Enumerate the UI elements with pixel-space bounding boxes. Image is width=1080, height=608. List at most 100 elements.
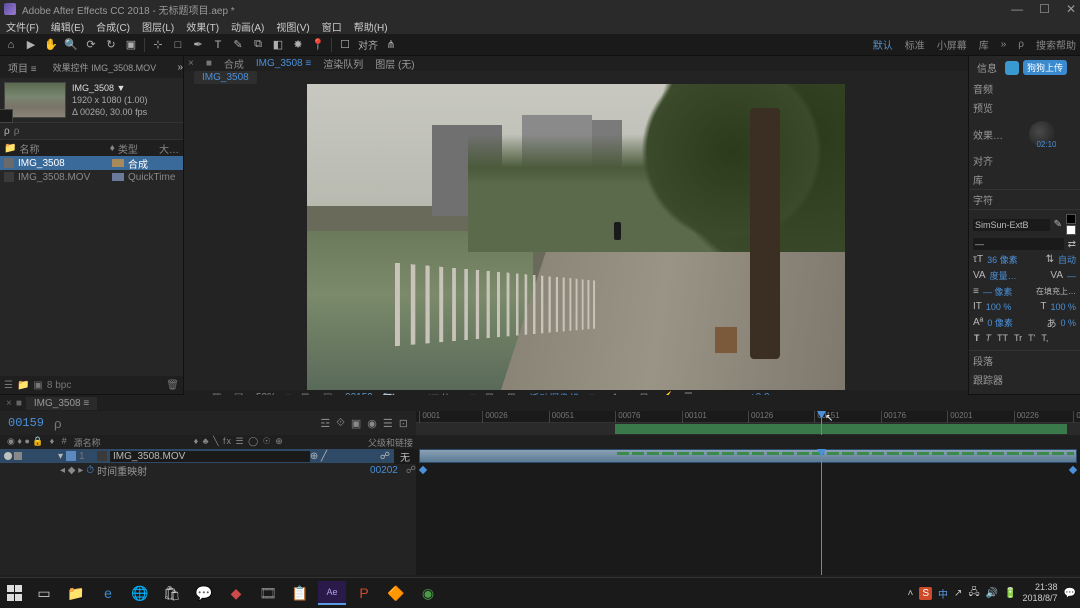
store-icon[interactable]: 🛍 xyxy=(158,581,186,605)
browser-icon[interactable]: 🌐 xyxy=(126,581,154,605)
expression-pickwhip-icon[interactable]: ☍ xyxy=(406,465,416,476)
sticky-notes-icon[interactable]: 📋 xyxy=(286,581,314,605)
fill-swatch[interactable] xyxy=(1066,214,1076,224)
menu-view[interactable]: 视图(V) xyxy=(276,19,309,34)
taskbar-clock[interactable]: 21:38 2018/8/7 xyxy=(1023,582,1058,604)
timeline-tab[interactable]: IMG_3508 ≡ xyxy=(26,397,97,410)
keyframe-icon[interactable] xyxy=(419,466,427,474)
preview-knob[interactable] xyxy=(1029,121,1055,147)
stroke-order[interactable]: 在填充上… xyxy=(1036,286,1076,297)
project-search-input[interactable] xyxy=(14,126,179,137)
composition-viewer[interactable] xyxy=(184,84,968,390)
puppet-tool-icon[interactable]: 📍 xyxy=(311,38,325,52)
project-item-comp[interactable]: IMG_3508 合成 xyxy=(0,156,183,170)
panel-more-icon[interactable]: » xyxy=(177,62,183,73)
timeline-track-area[interactable] xyxy=(416,449,1080,575)
tray-expand-icon[interactable]: ˄ xyxy=(908,588,914,599)
menu-layer[interactable]: 图层(L) xyxy=(142,19,174,34)
powerpoint-icon[interactable]: P xyxy=(350,581,378,605)
chat-icon[interactable]: 💬 xyxy=(190,581,218,605)
font-family-select[interactable]: SimSun-ExtB xyxy=(973,219,1050,231)
orbit-tool-icon[interactable]: ⟳ xyxy=(84,38,98,52)
tracking-value[interactable]: — xyxy=(1067,271,1076,281)
upload-button[interactable]: 狗狗上传 xyxy=(1023,60,1067,75)
menu-animation[interactable]: 动画(A) xyxy=(231,19,264,34)
col-size[interactable]: 大… xyxy=(159,141,179,156)
new-comp-icon[interactable]: ▣ xyxy=(33,380,42,391)
notification-icon[interactable]: 💬 xyxy=(1064,588,1076,599)
app3-icon[interactable]: ◉ xyxy=(414,581,442,605)
layer-label-swatch[interactable] xyxy=(66,451,76,461)
delete-icon[interactable]: 🗑 xyxy=(166,380,179,391)
window-minimize-button[interactable]: — xyxy=(1011,2,1023,16)
stroke-swatch[interactable] xyxy=(1066,225,1076,235)
audio-panel-title[interactable]: 音频 xyxy=(969,79,1080,98)
movies-icon[interactable]: 🎞 xyxy=(254,581,282,605)
shy-icon[interactable]: ⟐ xyxy=(336,417,345,430)
asset-thumbnail[interactable] xyxy=(4,82,66,118)
window-maximize-button[interactable]: ☐ xyxy=(1039,2,1050,16)
file-explorer-icon[interactable]: 📁 xyxy=(62,581,90,605)
vscale-value[interactable]: 100 % xyxy=(986,302,1012,312)
faux-bold[interactable]: T xyxy=(973,333,981,343)
home-tool-icon[interactable]: ⌂ xyxy=(4,38,18,52)
effect-controls-tab[interactable]: 效果控件 IMG_3508.MOV xyxy=(49,61,161,74)
preview-panel-title[interactable]: 预览 xyxy=(969,98,1080,117)
twirl-icon[interactable]: ▾ xyxy=(58,451,63,462)
keyframe-nav-icon[interactable]: ◂ ◆ ▸ xyxy=(60,465,83,476)
camera-tool-icon[interactable]: ▣ xyxy=(124,38,138,52)
timeline-property-row[interactable]: ◂ ◆ ▸ ⏱ 时间重映射 00202 ☍ xyxy=(0,463,416,477)
small-caps[interactable]: Tr xyxy=(1013,333,1023,343)
menu-help[interactable]: 帮助(H) xyxy=(354,19,388,34)
timeline-ruler-area[interactable]: 0001 00026 00051 00076 00101 00126 00151… xyxy=(416,411,1080,435)
comp-mini-icon[interactable]: ☲ xyxy=(320,417,330,430)
layer-tab[interactable]: 图层 (无) xyxy=(375,56,414,71)
tracker-panel-title[interactable]: 跟踪器 xyxy=(969,370,1080,389)
workspace-default[interactable]: 默认 xyxy=(873,37,893,52)
workspace-more-icon[interactable]: » xyxy=(1001,39,1007,50)
layer-clip-bar[interactable] xyxy=(419,449,1076,463)
hscale-value[interactable]: 100 % xyxy=(1050,302,1076,312)
comp-tab-active[interactable]: IMG_3508 ≡ xyxy=(256,58,311,69)
stroke-width-value[interactable]: — 像素 xyxy=(983,285,1013,298)
effects-panel-title[interactable]: 效果… xyxy=(973,127,1003,142)
project-tab[interactable]: 项目 ≡ xyxy=(4,60,41,75)
libs-panel-title[interactable]: 库 xyxy=(969,170,1080,189)
character-panel-title[interactable]: 字符 xyxy=(969,189,1080,209)
taskview-icon[interactable]: ▭ xyxy=(30,581,58,605)
edge-icon[interactable]: e xyxy=(94,581,122,605)
playhead[interactable] xyxy=(821,411,822,435)
after-effects-taskbar-icon[interactable]: Ae xyxy=(318,581,346,605)
align-panel-title[interactable]: 对齐 xyxy=(969,151,1080,170)
anchor-tool-icon[interactable]: ⊹ xyxy=(151,38,165,52)
video-toggle-icon[interactable] xyxy=(4,452,12,460)
app-icon[interactable]: ◆ xyxy=(222,581,250,605)
frame-blend-icon[interactable]: ▣ xyxy=(351,417,361,430)
bpc-toggle[interactable]: 8 bpc xyxy=(47,380,71,391)
property-value[interactable]: 00202 xyxy=(370,465,398,476)
workspace-small[interactable]: 小屏幕 xyxy=(937,37,967,52)
timeline-nav-icon[interactable]: × xyxy=(6,398,12,409)
render-queue-tab[interactable]: 渲染队列 xyxy=(323,56,363,71)
timeline-workarea[interactable] xyxy=(416,423,1080,435)
audio-toggle-icon[interactable] xyxy=(14,452,22,460)
tray-icon[interactable]: ↗ xyxy=(954,588,962,599)
baseline-value[interactable]: 0 像素 xyxy=(987,316,1013,329)
parent-dropdown[interactable]: 无 xyxy=(394,449,416,464)
help-search-icon[interactable]: ρ xyxy=(1018,39,1024,50)
superscript[interactable]: T' xyxy=(1027,333,1036,343)
draft-3d-icon[interactable]: ⊡ xyxy=(399,417,408,430)
font-style-select[interactable]: — xyxy=(973,238,1064,250)
layer-switches[interactable]: ⊕ ╱ xyxy=(310,451,380,462)
workspace-standard[interactable]: 标准 xyxy=(905,37,925,52)
font-size-value[interactable]: 36 像素 xyxy=(987,253,1018,266)
menu-edit[interactable]: 编辑(E) xyxy=(51,19,84,34)
playhead-line[interactable] xyxy=(821,449,822,575)
kerning-value[interactable]: 度量… xyxy=(990,269,1017,282)
start-button[interactable] xyxy=(4,582,26,604)
faux-italic[interactable]: T xyxy=(985,333,993,343)
info-panel-title[interactable]: 信息 xyxy=(973,58,1001,77)
timeline-search-input[interactable] xyxy=(54,416,114,431)
keyframe-icon[interactable] xyxy=(1069,466,1077,474)
volume-icon[interactable]: 🔊 xyxy=(986,588,998,599)
